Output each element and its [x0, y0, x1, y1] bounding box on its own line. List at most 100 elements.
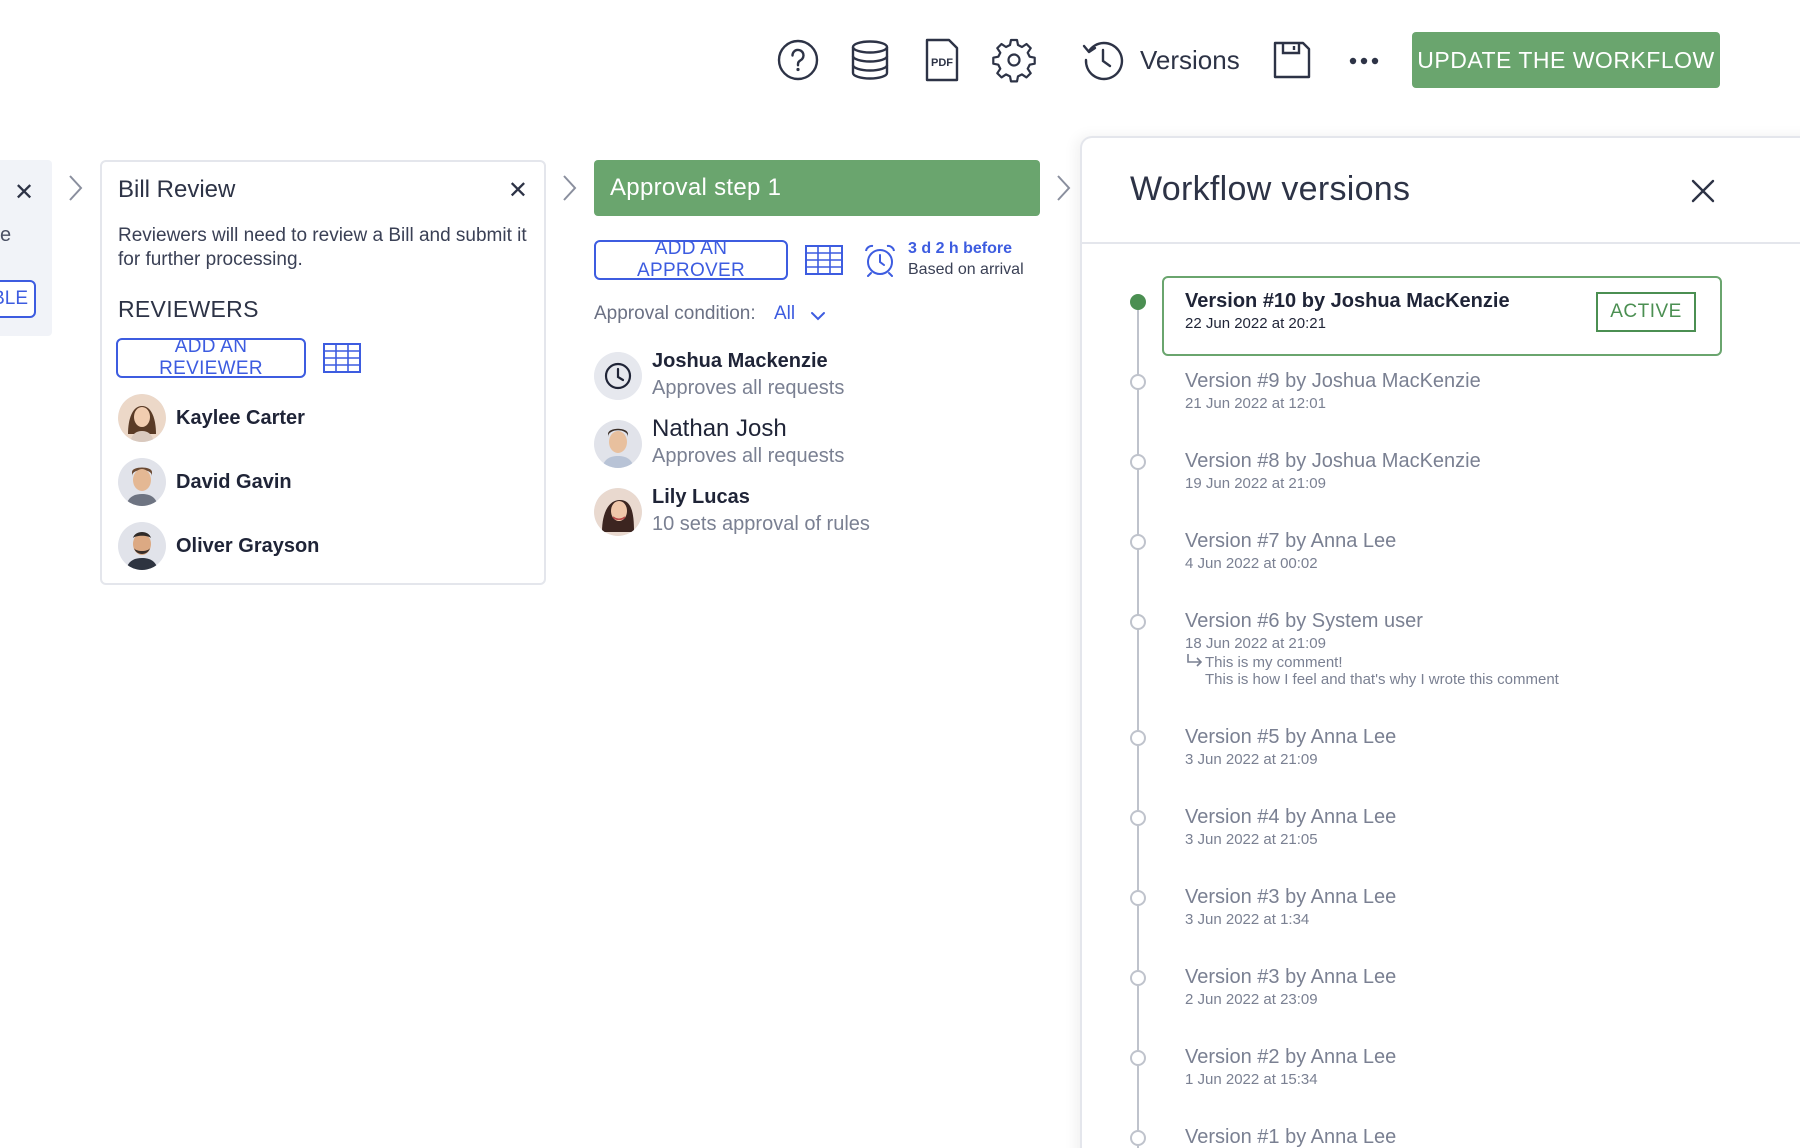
- update-workflow-button[interactable]: UPDATE THE WORKFLOW: [1412, 32, 1720, 88]
- panel-title: Workflow versions: [1130, 170, 1411, 208]
- reviewer-name: David Gavin: [176, 470, 292, 493]
- reviewer-name: Oliver Grayson: [176, 534, 320, 557]
- database-icon: [851, 40, 889, 80]
- version-date: 3 Jun 2022 at 1:34: [1185, 911, 1310, 928]
- version-date: 2 Jun 2022 at 23:09: [1185, 991, 1318, 1008]
- version-date: 18 Jun 2022 at 21:09: [1185, 635, 1326, 652]
- table-icon[interactable]: [804, 244, 844, 276]
- chevron-down-icon[interactable]: [808, 306, 828, 326]
- settings-button[interactable]: [990, 36, 1038, 84]
- card-title: Bill Review: [118, 176, 236, 203]
- help-button[interactable]: [774, 36, 822, 84]
- version-title[interactable]: Version #10 by Joshua MacKenzie: [1185, 290, 1510, 313]
- timeline-line: [1137, 300, 1139, 1148]
- avatar: [594, 488, 642, 536]
- floppy-disk-icon: [1273, 41, 1311, 79]
- approver-name: Joshua Mackenzie: [652, 350, 828, 372]
- version-title[interactable]: Version #3 by Anna Lee: [1185, 966, 1396, 989]
- close-icon[interactable]: ✕: [14, 178, 34, 207]
- version-date: 3 Jun 2022 at 21:05: [1185, 831, 1318, 848]
- timeline-dot: [1130, 810, 1146, 826]
- workflow-versions-panel: Workflow versions ACTIVE Version #10 by …: [1080, 136, 1800, 1148]
- timeline-dot: [1130, 614, 1146, 630]
- card-description: Reviewers will need to review a Bill and…: [118, 225, 527, 270]
- approval-condition-select[interactable]: All: [774, 303, 795, 325]
- versions-button[interactable]: Versions: [1080, 36, 1240, 84]
- timeline-dot: [1130, 970, 1146, 986]
- table-icon[interactable]: [322, 342, 362, 374]
- reviewer-item[interactable]: David Gavin: [118, 458, 292, 506]
- database-button[interactable]: [846, 36, 894, 84]
- reviewers-heading: REVIEWERS: [118, 296, 259, 322]
- reply-arrow-icon: [1187, 654, 1203, 667]
- avatar: [594, 420, 642, 468]
- timeline-dot: [1130, 374, 1146, 390]
- reminder-basis: Based on arrival: [908, 261, 1024, 278]
- version-title[interactable]: Version #1 by Anna Lee: [1185, 1126, 1396, 1148]
- previous-step-button[interactable]: BLE: [0, 280, 36, 318]
- version-title[interactable]: Version #2 by Anna Lee: [1185, 1046, 1396, 1069]
- chevron-right-icon: [563, 175, 577, 201]
- avatar: [594, 352, 642, 400]
- version-title[interactable]: Version #7 by Anna Lee: [1185, 530, 1396, 553]
- pdf-export-button[interactable]: PDF: [918, 36, 966, 84]
- version-title[interactable]: Version #6 by System user: [1185, 610, 1423, 633]
- save-button[interactable]: [1268, 36, 1316, 84]
- divider: [1082, 242, 1800, 244]
- approver-rule: Approves all requests: [652, 445, 845, 467]
- add-reviewer-button[interactable]: ADD AN REVIEWER: [116, 336, 306, 379]
- timeline-dot: [1130, 1130, 1146, 1146]
- timeline-dot: [1130, 730, 1146, 746]
- previous-step-text: e: [0, 224, 12, 246]
- approver-name: Lily Lucas: [652, 486, 750, 508]
- version-title[interactable]: Version #4 by Anna Lee: [1185, 806, 1396, 829]
- version-title[interactable]: Version #5 by Anna Lee: [1185, 726, 1396, 749]
- active-badge: ACTIVE: [1596, 292, 1696, 332]
- add-approver-button[interactable]: ADD AN APPROVER: [594, 238, 788, 281]
- pdf-icon: PDF: [925, 38, 959, 82]
- version-title[interactable]: Version #3 by Anna Lee: [1185, 886, 1396, 909]
- close-icon[interactable]: [1688, 176, 1718, 206]
- chevron-right-icon: [1057, 175, 1071, 201]
- history-icon: [1082, 41, 1124, 81]
- reviewer-name: Kaylee Carter: [176, 406, 305, 429]
- reviewer-item[interactable]: Kaylee Carter: [118, 394, 305, 442]
- gear-icon: [992, 38, 1036, 83]
- approval-condition-label: Approval condition:: [594, 303, 756, 324]
- timeline-dot: [1130, 890, 1146, 906]
- pdf-icon-text: PDF: [931, 57, 953, 69]
- avatar: [118, 458, 166, 506]
- avatar: [118, 394, 166, 442]
- approver-item[interactable]: Joshua Mackenzie Approves all requests: [594, 348, 844, 402]
- reminder-time[interactable]: 3 d 2 h before: [908, 240, 1012, 258]
- timeline-dot-active: [1130, 294, 1146, 310]
- timeline-dot: [1130, 534, 1146, 550]
- version-title[interactable]: Version #8 by Joshua MacKenzie: [1185, 450, 1481, 473]
- version-title[interactable]: Version #9 by Joshua MacKenzie: [1185, 370, 1481, 393]
- comment-line: This is how I feel and that's why I wrot…: [1205, 671, 1559, 688]
- close-icon[interactable]: ✕: [508, 176, 528, 205]
- version-date: 19 Jun 2022 at 21:09: [1185, 475, 1326, 492]
- approver-rule: 10 sets approval of rules: [652, 513, 870, 535]
- more-options-button[interactable]: [1340, 36, 1388, 84]
- bill-review-card: Bill Review ✕ Reviewers will need to rev…: [100, 160, 546, 585]
- ellipsis-icon: [1349, 57, 1379, 65]
- approver-item[interactable]: Lily Lucas 10 sets approval of rules: [594, 484, 870, 538]
- approval-step-header[interactable]: Approval step 1: [594, 160, 1040, 216]
- timeline-dot: [1130, 1050, 1146, 1066]
- timeline-dot: [1130, 454, 1146, 470]
- approver-rule: Approves all requests: [652, 377, 845, 399]
- alarm-clock-icon[interactable]: [862, 242, 898, 278]
- version-comment: This is my comment! This is how I feel a…: [1185, 654, 1559, 688]
- version-date: 4 Jun 2022 at 00:02: [1185, 555, 1318, 572]
- version-date: 22 Jun 2022 at 20:21: [1185, 315, 1326, 332]
- approver-name: Nathan Josh: [652, 415, 787, 442]
- version-date: 1 Jun 2022 at 15:34: [1185, 1071, 1318, 1088]
- question-circle-icon: [777, 39, 819, 81]
- reviewer-item[interactable]: Oliver Grayson: [118, 522, 319, 570]
- version-date: 21 Jun 2022 at 12:01: [1185, 395, 1326, 412]
- chevron-right-icon: [69, 175, 83, 201]
- versions-label: Versions: [1140, 44, 1240, 75]
- approver-item[interactable]: Nathan Josh Approves all requests: [594, 416, 844, 470]
- avatar: [118, 522, 166, 570]
